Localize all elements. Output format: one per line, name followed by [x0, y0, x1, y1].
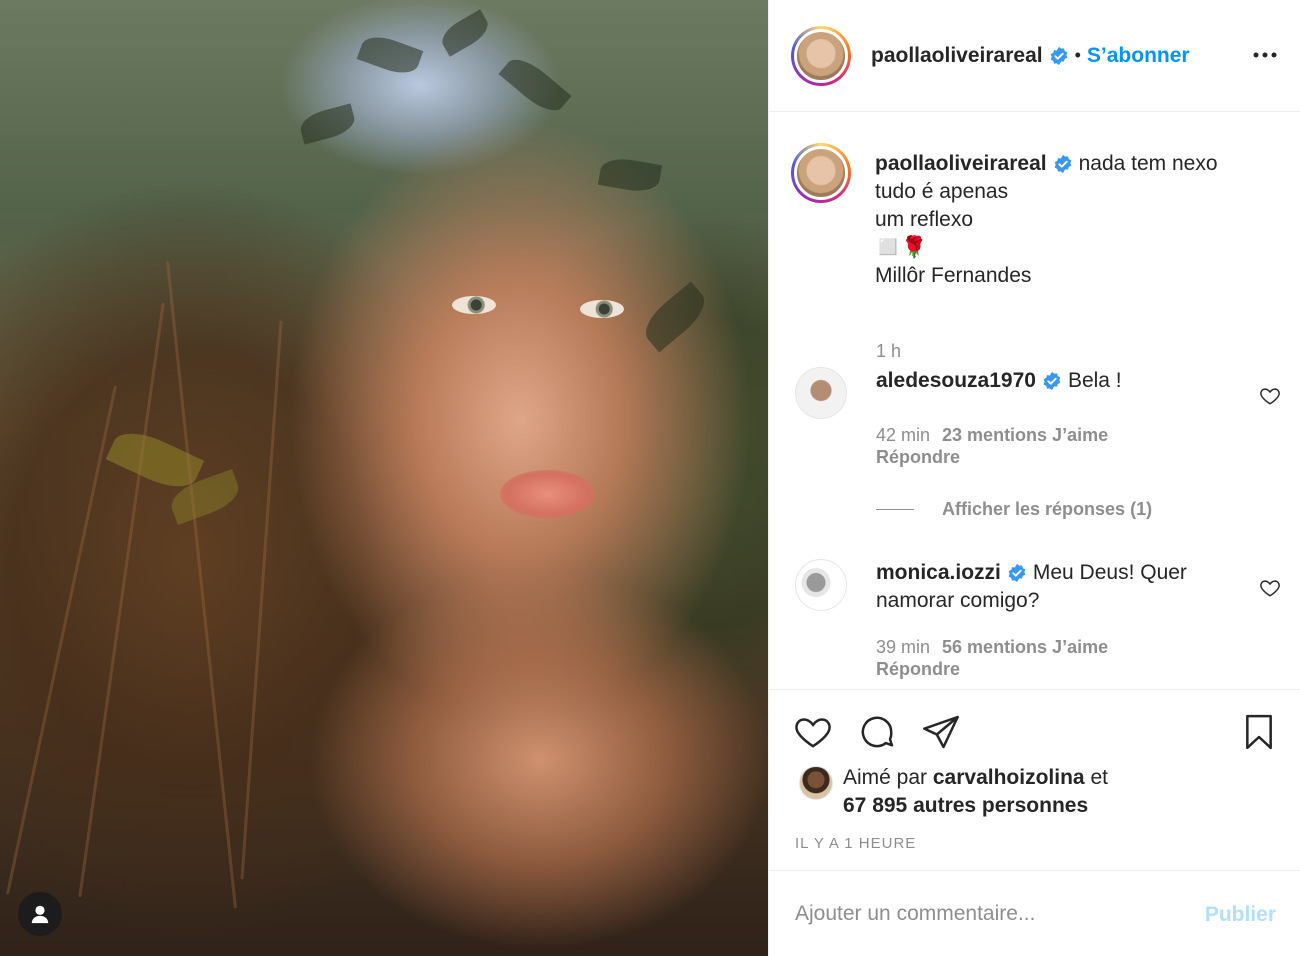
- post-actions: Aimé par carvalhoizolina et 67 895 autre…: [769, 689, 1300, 869]
- likes-others[interactable]: 67 895 autres personnes: [843, 794, 1088, 817]
- user-icon: [31, 905, 49, 924]
- photo-eye: [580, 300, 624, 318]
- photo-foliage: [498, 51, 572, 119]
- likes-conj: et: [1090, 766, 1108, 789]
- heart-icon[interactable]: [793, 712, 833, 752]
- heart-icon[interactable]: [1259, 385, 1281, 407]
- likes-prefix: Aimé par: [843, 766, 928, 789]
- comment-meta: 42 min 23 mentions J’aime: [876, 425, 1108, 446]
- comment-icon[interactable]: [857, 712, 897, 752]
- photo-hair: [5, 385, 118, 895]
- comment-body: aledesouza1970 Bela !: [876, 367, 1246, 395]
- show-replies-button[interactable]: Afficher les réponses (1): [876, 499, 1152, 520]
- photo-foliage: [297, 103, 358, 145]
- separator-dot: •: [1074, 45, 1081, 65]
- caption-line: tudo é apenas: [875, 180, 1009, 203]
- caption-author-avatar[interactable]: [791, 143, 851, 203]
- verified-icon: [1043, 372, 1061, 391]
- publish-button[interactable]: Publier: [1205, 903, 1276, 927]
- photo-hair: [240, 320, 283, 880]
- comment-item: monica.iozzi Meu Deus! Quer namorar comig…: [795, 559, 1280, 689]
- comment-likes[interactable]: 23 mentions J’aime: [942, 425, 1108, 445]
- post-side-panel: paollaoliveirareal • S’abonner paollaoli…: [768, 0, 1300, 956]
- more-icon[interactable]: [1252, 42, 1278, 68]
- reply-button[interactable]: Répondre: [876, 659, 960, 680]
- caption-text: paollaoliveirareal nada tem nexo tudo é a…: [875, 150, 1218, 290]
- show-replies-label: Afficher les réponses (1): [942, 499, 1153, 519]
- photo-hair: [78, 302, 165, 898]
- photo-lips: [500, 470, 595, 518]
- photo-foliage: [436, 9, 494, 57]
- comment-username[interactable]: aledesouza1970: [876, 369, 1036, 392]
- post-header: paollaoliveirareal • S’abonner: [769, 0, 1300, 112]
- likes-text: Aimé par carvalhoizolina et 67 895 autre…: [843, 764, 1108, 820]
- liker-username[interactable]: carvalhoizolina: [933, 766, 1085, 789]
- bookmark-icon[interactable]: [1239, 712, 1279, 752]
- reply-button[interactable]: Répondre: [876, 447, 960, 468]
- comments-list[interactable]: paollaoliveirareal nada tem nexo tudo é a…: [769, 113, 1300, 689]
- post-timestamp[interactable]: IL Y A 1 HEURE: [795, 835, 916, 852]
- photo-foliage: [356, 30, 424, 80]
- post-caption: paollaoliveirareal nada tem nexo tudo é a…: [791, 143, 1218, 361]
- comment-meta: 39 min 56 mentions J’aime: [876, 637, 1108, 658]
- caption-line: nada tem nexo: [1078, 152, 1218, 175]
- replies-divider: [876, 509, 914, 510]
- share-icon[interactable]: [921, 712, 961, 752]
- tagged-users-button[interactable]: [18, 892, 62, 936]
- comment-username[interactable]: monica.iozzi: [876, 561, 1001, 584]
- heart-icon[interactable]: [1259, 577, 1281, 599]
- comment-likes[interactable]: 56 mentions J’aime: [942, 637, 1108, 657]
- photo-hair: [166, 261, 237, 909]
- comment-time: 39 min: [876, 637, 931, 657]
- follow-button[interactable]: S’abonner: [1087, 44, 1190, 68]
- photo-foliage: [637, 281, 713, 353]
- post-photo[interactable]: [0, 0, 768, 956]
- caption-time: 1 h: [876, 341, 902, 361]
- caption-line: um reflexo: [875, 208, 974, 231]
- comment-body: monica.iozzi Meu Deus! Quer namorar comig…: [876, 559, 1246, 615]
- caption-line: Millôr Fernandes: [875, 264, 1032, 287]
- liker-avatar[interactable]: [799, 766, 833, 800]
- comment-item: aledesouza1970 Bela ! 42 min 23 mentions J…: [795, 367, 1280, 477]
- photo-foliage: [597, 155, 663, 195]
- comment-text: Bela !: [1067, 369, 1122, 392]
- add-comment-bar: Publier: [769, 870, 1300, 956]
- caption-username[interactable]: paollaoliveirareal: [875, 152, 1047, 175]
- author-username[interactable]: paollaoliveirareal: [871, 44, 1043, 68]
- comment-avatar[interactable]: [795, 367, 847, 419]
- caption-line: ◻️🌹: [875, 236, 928, 259]
- verified-icon: [1050, 46, 1067, 65]
- verified-icon: [1054, 155, 1071, 174]
- author-avatar[interactable]: [791, 25, 851, 86]
- comment-time: 42 min: [876, 425, 931, 445]
- verified-icon: [1008, 564, 1026, 583]
- photo-eye: [452, 296, 496, 314]
- likes-summary: Aimé par carvalhoizolina et 67 895 autre…: [799, 766, 1108, 820]
- comment-avatar[interactable]: [795, 559, 847, 611]
- comment-input[interactable]: [795, 897, 1175, 931]
